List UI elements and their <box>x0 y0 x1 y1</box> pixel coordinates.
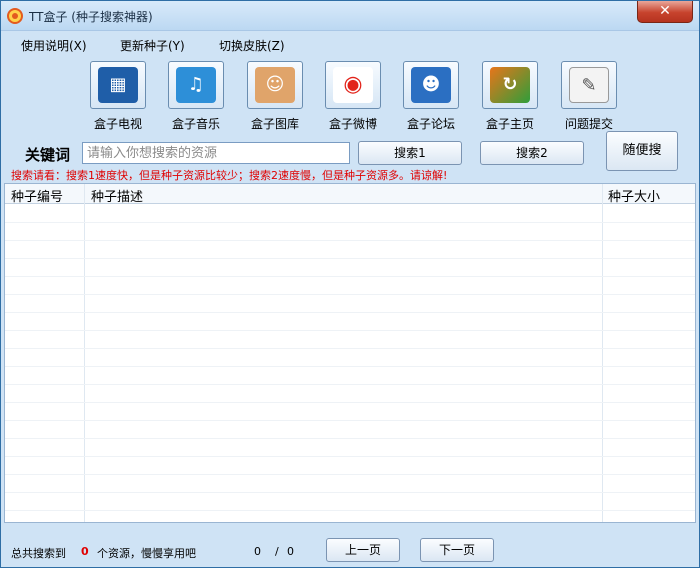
table-row <box>5 510 695 511</box>
toolbar-music-label: 盒子音乐 <box>171 117 220 131</box>
film-icon: ▦ <box>98 67 138 103</box>
current-page: 0 <box>254 545 261 558</box>
table-row <box>5 402 695 403</box>
portrait-icon: ☺ <box>255 67 295 103</box>
table-row <box>5 348 695 349</box>
music-tile: ♫ <box>168 61 224 109</box>
search-notice: 搜索请看：搜索1速度快，但是种子资源比较少；搜索2速度慢，但是种子资源多。请谅解… <box>11 169 448 182</box>
status-bar: 总共搜索到 0 个资源，慢慢享用吧 0 / 0 上一页 下一页 <box>1 531 699 567</box>
table-row <box>5 366 695 367</box>
status-suffix: 个资源，慢慢享用吧 <box>97 547 196 560</box>
column-header-id[interactable]: 种子编号 <box>11 186 63 205</box>
table-row <box>5 294 695 295</box>
menu-switch-skin[interactable]: 切换皮肤(Z) <box>219 37 285 54</box>
table-row <box>5 420 695 421</box>
weibo-icon: ◉ <box>333 67 373 103</box>
keyword-input[interactable] <box>82 142 350 164</box>
total-pages: 0 <box>287 545 294 558</box>
tv-tile: ▦ <box>90 61 146 109</box>
toolbar-tv-label: 盒子电视 <box>93 117 142 131</box>
search2-button[interactable]: 搜索2 <box>480 141 584 165</box>
table-row <box>5 384 695 385</box>
status-prefix: 总共搜索到 <box>11 547 66 560</box>
result-count: 0 <box>81 545 89 558</box>
menu-help[interactable]: 使用说明(X) <box>21 37 87 54</box>
toolbar-gallery[interactable]: ☺ 盒子图库 <box>237 61 313 131</box>
table-row <box>5 276 695 277</box>
toolbar-home-label: 盒子主页 <box>485 117 534 131</box>
prev-page-button[interactable]: 上一页 <box>326 538 400 562</box>
keyword-label: 关键词 <box>25 146 71 164</box>
toolbar-weibo-label: 盒子微博 <box>328 117 377 131</box>
toolbar-gallery-label: 盒子图库 <box>250 117 299 131</box>
toolbar-forum[interactable]: ☻ 盒子论坛 <box>393 61 469 131</box>
table-row <box>5 456 695 457</box>
toolbar-weibo[interactable]: ◉ 盒子微博 <box>315 61 391 131</box>
toolbar-feedback-label: 问题提交 <box>564 117 613 131</box>
toolbar-forum-label: 盒子论坛 <box>406 117 455 131</box>
column-header-size[interactable]: 种子大小 <box>608 186 660 205</box>
window-title: TT盒子 (种子搜索神器) <box>29 10 153 24</box>
home-tile: ↻ <box>482 61 538 109</box>
table-row <box>5 492 695 493</box>
next-page-button[interactable]: 下一页 <box>420 538 494 562</box>
table-row <box>5 474 695 475</box>
menu-update-seeds[interactable]: 更新种子(Y) <box>120 37 185 54</box>
table-row <box>5 312 695 313</box>
gallery-tile: ☺ <box>247 61 303 109</box>
notepad-icon: ✎ <box>569 67 609 103</box>
app-logo-icon <box>7 8 23 24</box>
table-header: 种子编号 种子描述 种子大小 <box>5 184 695 205</box>
forum-tile: ☻ <box>403 61 459 109</box>
toolbar-tv[interactable]: ▦ 盒子电视 <box>80 61 156 131</box>
column-header-description[interactable]: 种子描述 <box>91 186 143 205</box>
table-row <box>5 258 695 259</box>
column-divider <box>602 184 603 522</box>
toolbar-music[interactable]: ♫ 盒子音乐 <box>158 61 234 131</box>
table-row <box>5 240 695 241</box>
title-bar[interactable]: TT盒子 (种子搜索神器) ✕ <box>1 1 699 31</box>
close-button[interactable]: ✕ <box>637 1 693 23</box>
home-icon: ↻ <box>490 67 530 103</box>
music-note-icon: ♫ <box>176 67 216 103</box>
table-row <box>5 330 695 331</box>
toolbar: ▦ 盒子电视 ♫ 盒子音乐 ☺ 盒子图库 ◉ 盒子微博 ☻ 盒子论坛 ↻ 盒子主… <box>1 57 699 133</box>
page-separator: / <box>275 545 279 558</box>
results-table[interactable]: 种子编号 种子描述 种子大小 <box>4 183 696 523</box>
toolbar-home[interactable]: ↻ 盒子主页 <box>472 61 548 131</box>
search1-button[interactable]: 搜索1 <box>358 141 462 165</box>
menu-bar: 使用说明(X) 更新种子(Y) 切换皮肤(Z) <box>1 33 699 55</box>
toolbar-feedback[interactable]: ✎ 问题提交 <box>551 61 627 131</box>
weibo-tile: ◉ <box>325 61 381 109</box>
table-row <box>5 222 695 223</box>
column-divider <box>84 184 85 522</box>
people-icon: ☻ <box>411 67 451 103</box>
feedback-tile: ✎ <box>561 61 617 109</box>
random-search-button[interactable]: 随便搜 <box>606 131 678 171</box>
table-row <box>5 438 695 439</box>
app-window: TT盒子 (种子搜索神器) ✕ 使用说明(X) 更新种子(Y) 切换皮肤(Z) … <box>0 0 700 568</box>
